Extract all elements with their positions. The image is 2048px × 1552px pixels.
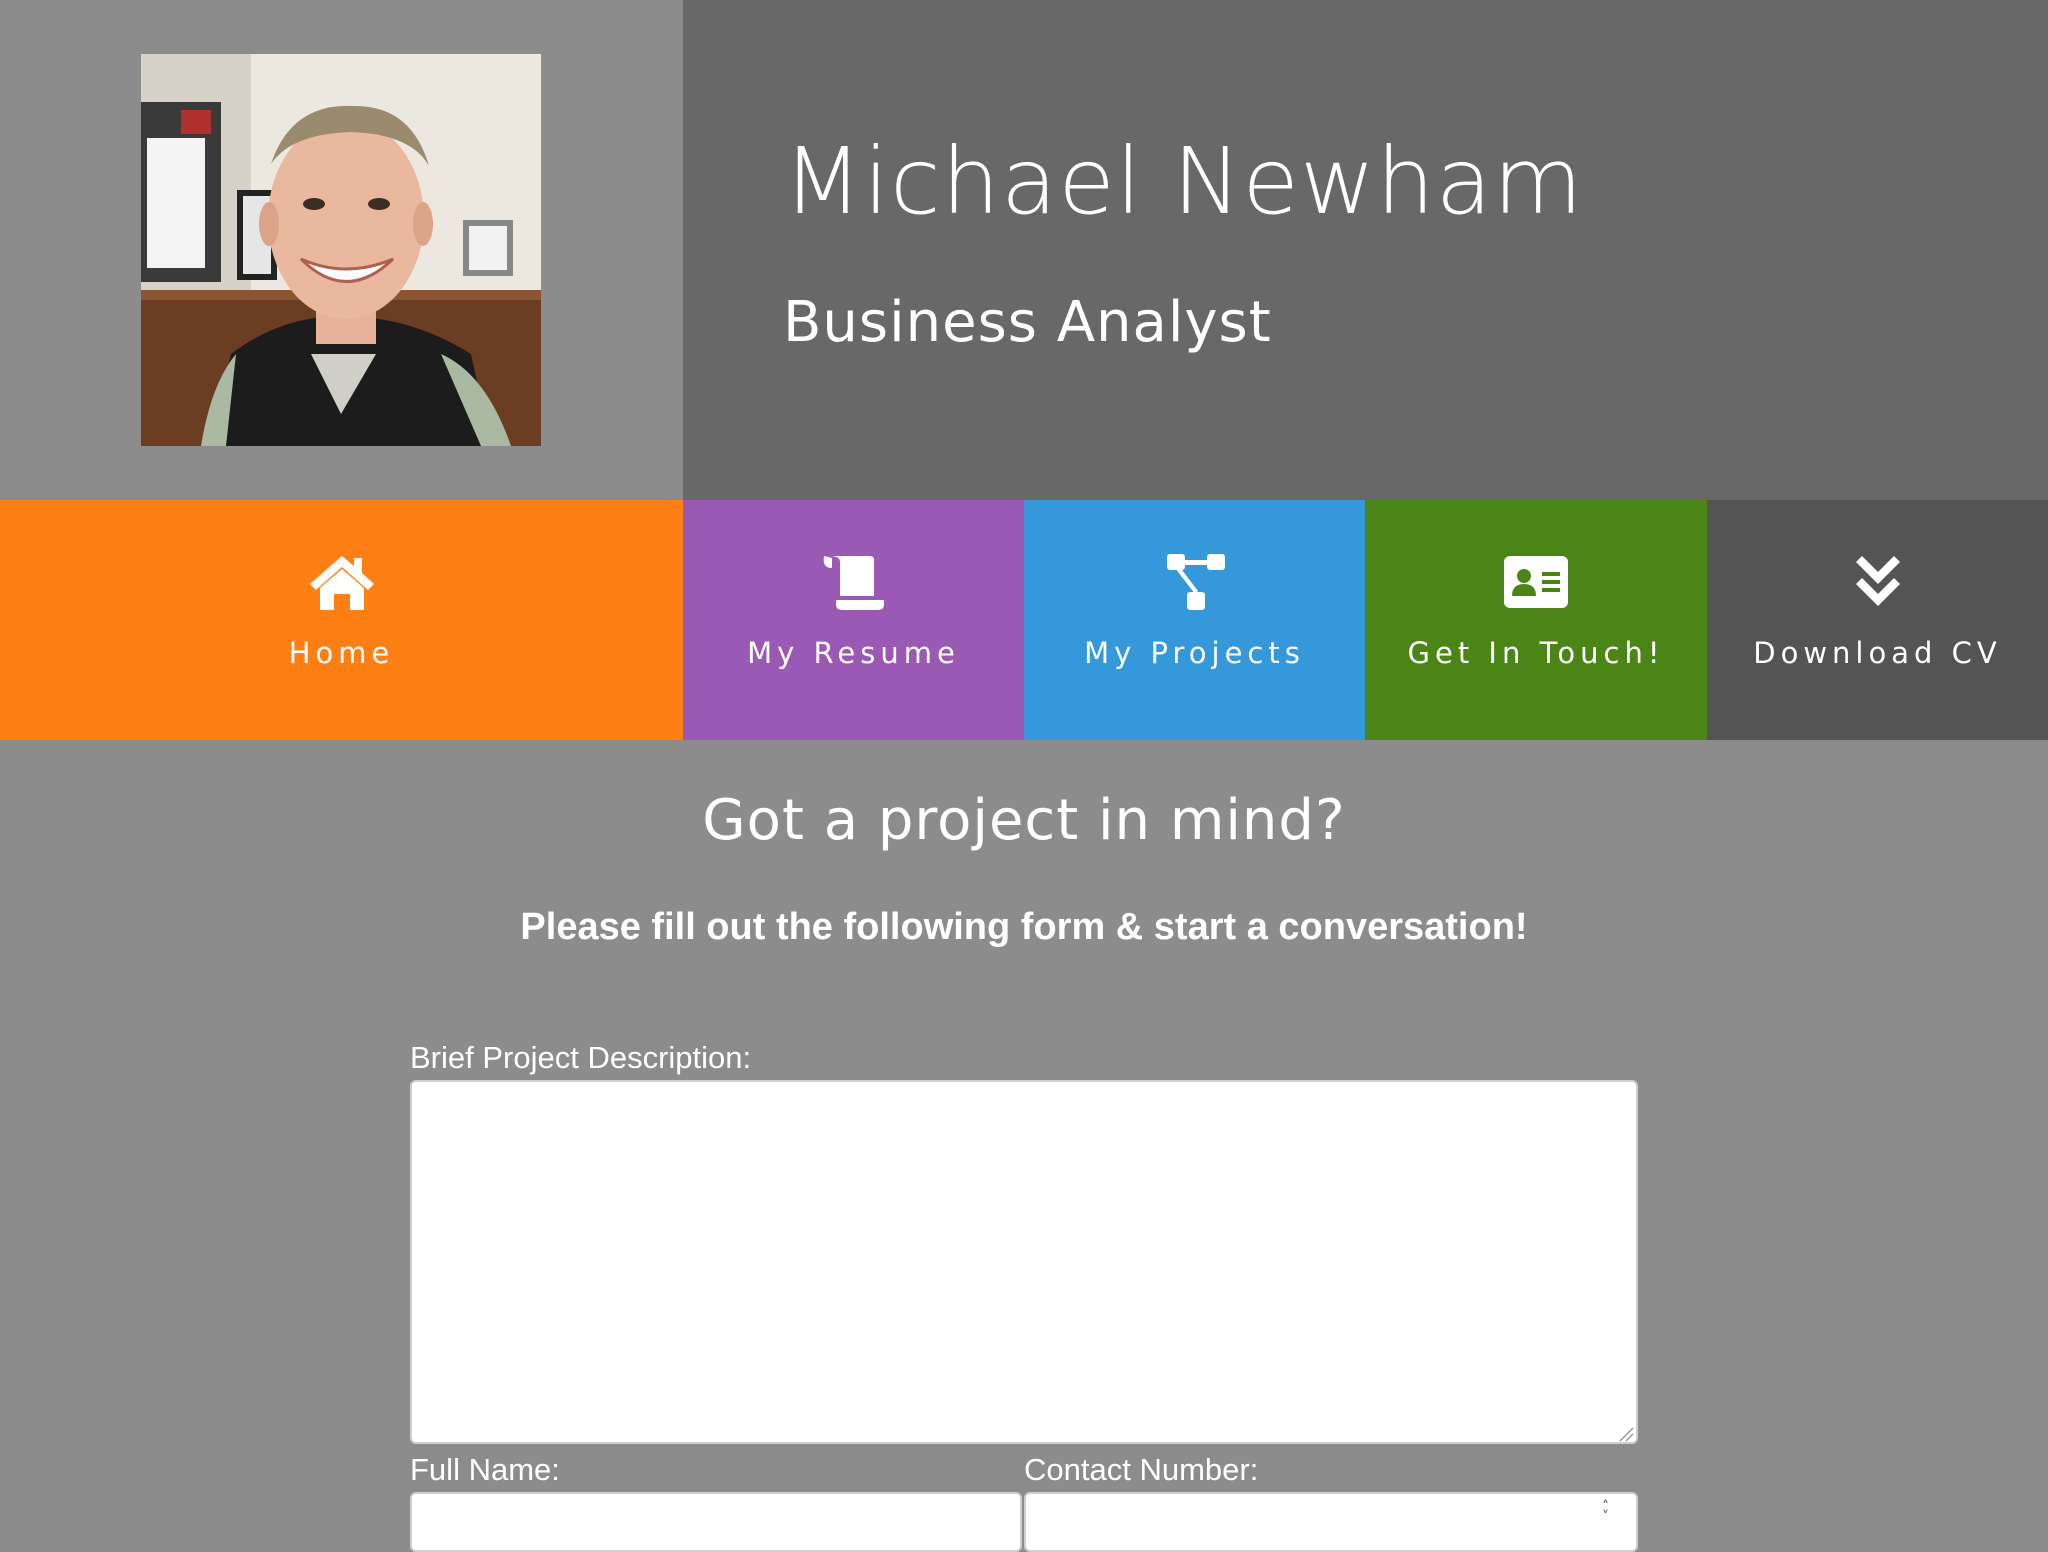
- photo-panel: [0, 0, 683, 500]
- fullname-label: Full Name:: [410, 1452, 560, 1487]
- double-chevron-down-icon: [1842, 550, 1914, 614]
- resize-grip-icon[interactable]: [1616, 1424, 1634, 1442]
- nav-tile-projects[interactable]: My Projects: [1024, 500, 1365, 740]
- person-job-title: Business Analyst: [783, 290, 1272, 355]
- nav-label-contact: Get In Touch!: [1407, 636, 1665, 670]
- nav-label-resume: My Resume: [747, 636, 960, 670]
- home-icon: [306, 550, 378, 614]
- name-panel: Michael Newham Business Analyst: [683, 0, 2048, 500]
- spinner-arrows-icon[interactable]: ˄ ˅: [1602, 1500, 1609, 1524]
- scroll-icon: [818, 550, 890, 614]
- description-label: Brief Project Description:: [410, 1040, 752, 1075]
- nav-label-download-cv: Download CV: [1753, 636, 2002, 670]
- nav-label-projects: My Projects: [1084, 636, 1305, 670]
- contact-heading: Got a project in mind?: [702, 788, 1346, 853]
- nav-tile-contact[interactable]: Get In Touch!: [1365, 500, 1707, 740]
- avatar: [141, 54, 541, 446]
- contact-subheading: Please fill out the following form & sta…: [520, 906, 1528, 948]
- main-nav: Home My Resume My Projects Get In Touch!…: [0, 500, 2048, 740]
- site-header: Michael Newham Business Analyst: [0, 0, 2048, 500]
- contact-card-icon: [1500, 550, 1572, 614]
- nav-tile-home[interactable]: Home: [0, 500, 683, 740]
- contact-section: Got a project in mind? Please fill out t…: [0, 740, 2048, 1552]
- person-name: Michael Newham: [783, 128, 1584, 235]
- description-textarea[interactable]: [410, 1080, 1638, 1444]
- nav-tile-download-cv[interactable]: Download CV: [1707, 500, 2048, 740]
- nav-tile-resume[interactable]: My Resume: [683, 500, 1024, 740]
- sitemap-icon: [1159, 550, 1231, 614]
- fullname-input[interactable]: [410, 1492, 1022, 1552]
- contact-number-input[interactable]: [1024, 1492, 1638, 1552]
- nav-label-home: Home: [288, 636, 395, 670]
- contact-number-label: Contact Number:: [1024, 1452, 1259, 1487]
